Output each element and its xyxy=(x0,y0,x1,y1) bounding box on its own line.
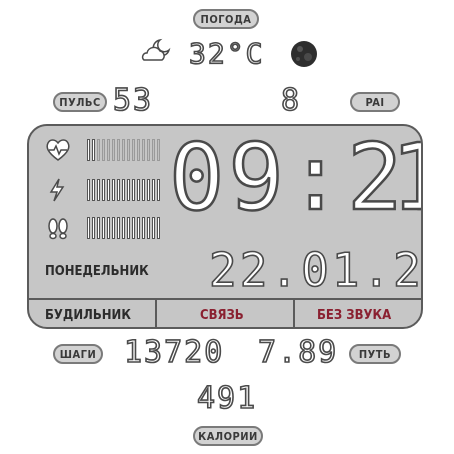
distance-pill[interactable]: ПУТЬ xyxy=(349,344,401,364)
distance-value: 7.89 xyxy=(257,335,339,370)
steps-pill[interactable]: ШАГИ xyxy=(53,344,103,364)
heart-rate-bars xyxy=(87,139,160,161)
steps-value: 13720 xyxy=(123,335,225,370)
panel-divider-right xyxy=(293,298,295,327)
moon-phase-icon xyxy=(291,41,317,67)
silent-button[interactable]: БЕЗ ЗВУКА xyxy=(317,308,391,323)
alarm-button[interactable]: БУДИЛЬНИК xyxy=(45,308,131,323)
date-display: 22.01.24 xyxy=(208,243,423,297)
pai-value: 8 xyxy=(280,83,302,118)
calories-pill[interactable]: КАЛОРИИ xyxy=(193,426,263,446)
weather-pill[interactable]: ПОГОДА xyxy=(193,9,259,29)
pai-pill[interactable]: PAI xyxy=(350,92,400,112)
energy-bars xyxy=(87,179,160,201)
lightning-icon xyxy=(49,178,65,202)
main-panel: 09:21 1 ПОНЕДЕЛЬНИК 22.01.24 БУДИЛЬНИК С… xyxy=(27,124,423,329)
panel-divider xyxy=(29,298,421,300)
seconds-display: 1 xyxy=(390,130,421,225)
partly-cloudy-night-icon xyxy=(141,38,171,61)
panel-divider-left xyxy=(155,298,157,327)
connection-button[interactable]: СВЯЗЬ xyxy=(200,308,244,323)
time-display: 09:21 xyxy=(168,124,421,231)
pulse-value: 53 xyxy=(112,83,154,118)
weekday-label: ПОНЕДЕЛЬНИК xyxy=(45,264,149,279)
temperature-value: 32°C xyxy=(188,37,265,70)
footsteps-icon xyxy=(48,218,68,240)
calories-value: 491 xyxy=(196,381,258,416)
steps-bars xyxy=(87,217,160,239)
heart-rate-icon xyxy=(46,139,70,161)
pulse-pill[interactable]: ПУЛЬС xyxy=(53,92,107,112)
